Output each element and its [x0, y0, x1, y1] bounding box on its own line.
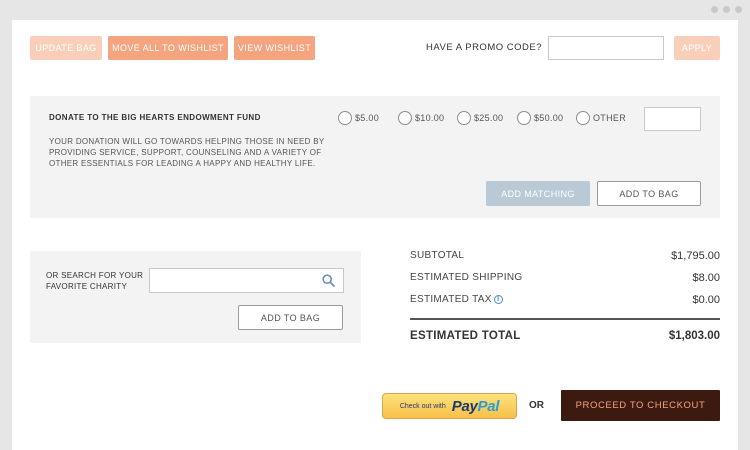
donation-option-label: Other — [593, 113, 626, 123]
tax-row: Estimated Tax i $0.00 — [410, 294, 720, 306]
donation-option-label: $10.00 — [415, 113, 445, 123]
window-dot-icon[interactable] — [735, 6, 742, 13]
promo-code-label: Have a promo code? — [426, 42, 542, 53]
promo-code-input[interactable] — [548, 36, 664, 60]
donation-option-label: $50.00 — [534, 113, 564, 123]
charity-search-label: Or search for your favorite charity — [46, 271, 144, 291]
charity-add-to-bag-button[interactable]: Add to Bag — [238, 305, 343, 330]
donation-add-to-bag-button[interactable]: Add to Bag — [597, 181, 701, 206]
charity-search-panel: Or search for your favorite charity Add … — [30, 251, 361, 343]
donation-title: Donate to the Big Hearts Endowment Fund — [49, 113, 261, 122]
window-controls — [711, 6, 742, 13]
total-row: Estimated Total $1,803.00 — [410, 330, 720, 342]
shipping-value: $8.00 — [692, 272, 720, 284]
subtotal-label: Subtotal — [410, 250, 465, 261]
summary-divider — [410, 318, 720, 320]
search-icon[interactable] — [322, 274, 335, 287]
radio-icon[interactable] — [457, 111, 471, 125]
radio-icon[interactable] — [576, 111, 590, 125]
apply-promo-button[interactable]: Apply — [674, 36, 720, 60]
paypal-checkout-button[interactable]: Check out with PayPal — [382, 393, 517, 419]
window-dot-icon[interactable] — [711, 6, 718, 13]
tax-label: Estimated Tax — [410, 294, 492, 305]
view-wishlist-button[interactable]: View Wishlist — [234, 36, 315, 60]
cart-page: Update Bag Move all to Wishlist View Wis… — [12, 20, 738, 450]
window-titlebar — [0, 0, 750, 20]
donation-panel: Donate to the Big Hearts Endowment Fund … — [30, 96, 720, 218]
donation-description: Your donation will go towards helping th… — [49, 137, 325, 168]
move-all-to-wishlist-button[interactable]: Move all to Wishlist — [108, 36, 228, 60]
shipping-row: Estimated Shipping $8.00 — [410, 272, 720, 284]
add-matching-button[interactable]: Add Matching — [486, 181, 590, 206]
info-icon[interactable]: i — [493, 295, 503, 304]
charity-search-input[interactable] — [149, 268, 344, 293]
browser-window: Update Bag Move all to Wishlist View Wis… — [0, 0, 750, 450]
update-bag-button[interactable]: Update Bag — [30, 36, 102, 60]
donation-option-label: $5.00 — [355, 113, 380, 123]
radio-icon[interactable] — [338, 111, 352, 125]
or-separator: OR — [529, 400, 544, 411]
donation-option-50[interactable]: $50.00 — [517, 111, 563, 125]
radio-icon[interactable] — [398, 111, 412, 125]
donation-option-other[interactable]: Other — [576, 111, 626, 125]
paypal-logo-pal: Pal — [477, 397, 500, 415]
subtotal-row: Subtotal $1,795.00 — [410, 250, 720, 262]
radio-icon[interactable] — [517, 111, 531, 125]
shipping-label: Estimated Shipping — [410, 272, 523, 283]
donation-option-label: $25.00 — [474, 113, 504, 123]
donation-option-5[interactable]: $5.00 — [338, 111, 379, 125]
paypal-caption: Check out with — [399, 402, 446, 410]
tax-value: $0.00 — [692, 294, 720, 306]
total-label: Estimated Total — [410, 330, 521, 342]
donation-option-10[interactable]: $10.00 — [398, 111, 444, 125]
donation-option-25[interactable]: $25.00 — [457, 111, 503, 125]
paypal-logo-pay: Pay — [451, 397, 478, 415]
other-amount-input[interactable] — [644, 107, 701, 131]
window-dot-icon[interactable] — [723, 6, 730, 13]
proceed-to-checkout-button[interactable]: Proceed to Checkout — [561, 390, 720, 421]
tax-label-group: Estimated Tax i — [410, 294, 503, 306]
subtotal-value: $1,795.00 — [671, 250, 720, 262]
paypal-logo-icon: PayPal — [451, 397, 500, 415]
total-value: $1,803.00 — [668, 330, 720, 342]
